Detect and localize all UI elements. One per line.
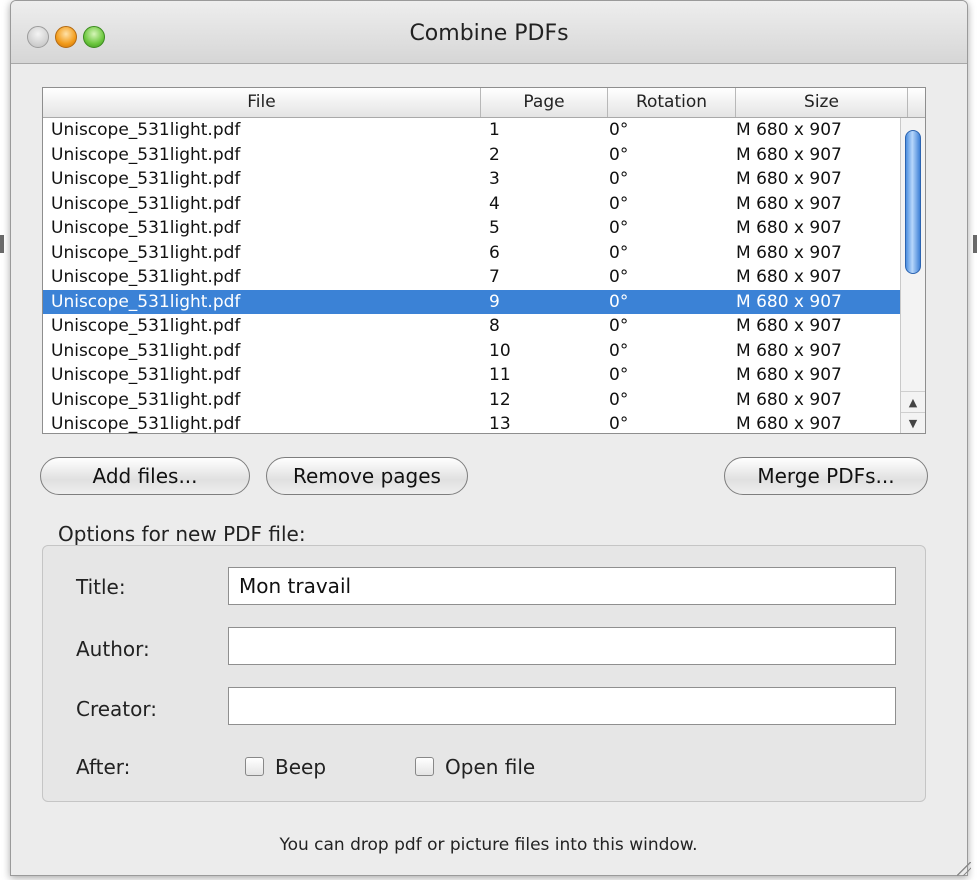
page-cell: 5 [489, 218, 500, 238]
right-edge-handle [973, 235, 977, 253]
column-header-page[interactable]: Page [481, 88, 608, 117]
creator-field[interactable] [228, 687, 896, 725]
table-header: File Page Rotation Size [43, 88, 925, 118]
scroll-up-arrow-icon[interactable]: ▲ [901, 391, 925, 413]
file-cell: Uniscope_531light.pdf [51, 340, 241, 361]
table-row[interactable]: Uniscope_531light.pdf 6 0° M 680 x 907 [43, 241, 900, 266]
size-cell: M 680 x 907 [736, 316, 842, 336]
file-cell: Uniscope_531light.pdf [51, 389, 241, 410]
size-cell: M 680 x 907 [736, 389, 842, 410]
beep-checkbox[interactable] [245, 757, 264, 776]
page-cell: 9 [489, 291, 500, 312]
page-cell: 13 [489, 414, 511, 434]
open-file-label[interactable]: Open file [445, 755, 535, 779]
left-edge-handle [0, 235, 4, 253]
file-cell: Uniscope_531light.pdf [51, 267, 241, 287]
file-cell: Uniscope_531light.pdf [51, 242, 241, 263]
table-row[interactable]: Uniscope_531light.pdf 5 0° M 680 x 907 [43, 216, 900, 241]
table-row[interactable]: Uniscope_531light.pdf 12 0° M 680 x 907 [43, 388, 900, 413]
table-row[interactable]: Uniscope_531light.pdf 8 0° M 680 x 907 [43, 314, 900, 339]
table-row[interactable]: Uniscope_531light.pdf 1 0° M 680 x 907 [43, 118, 900, 143]
size-cell: M 680 x 907 [736, 340, 842, 361]
rotation-cell: 0° [609, 291, 629, 312]
file-cell: Uniscope_531light.pdf [51, 193, 241, 214]
beep-label[interactable]: Beep [275, 755, 326, 779]
after-label: After: [76, 755, 131, 779]
rotation-cell: 0° [609, 144, 629, 165]
size-cell: M 680 x 907 [736, 144, 842, 165]
title-label: Title: [76, 575, 126, 599]
file-cell: Uniscope_531light.pdf [51, 414, 241, 434]
resize-grip-icon[interactable] [957, 862, 971, 876]
file-cell: Uniscope_531light.pdf [51, 291, 241, 312]
size-cell: M 680 x 907 [736, 120, 842, 140]
table-row[interactable]: Uniscope_531light.pdf 2 0° M 680 x 907 [43, 143, 900, 168]
page-cell: 10 [489, 340, 511, 361]
table-row[interactable]: Uniscope_531light.pdf 3 0° M 680 x 907 [43, 167, 900, 192]
rotation-cell: 0° [609, 316, 629, 336]
page-cell: 1 [489, 120, 500, 140]
table-body: Uniscope_531light.pdf 1 0° M 680 x 907 Unisc… [43, 118, 900, 434]
file-cell: Uniscope_531light.pdf [51, 144, 241, 165]
file-cell: Uniscope_531light.pdf [51, 120, 241, 140]
rotation-cell: 0° [609, 340, 629, 361]
remove-pages-button[interactable]: Remove pages [266, 457, 468, 495]
page-cell: 3 [489, 169, 500, 189]
size-cell: M 680 x 907 [736, 218, 842, 238]
rotation-cell: 0° [609, 389, 629, 410]
page-cell: 12 [489, 389, 511, 410]
size-cell: M 680 x 907 [736, 291, 842, 312]
file-cell: Uniscope_531light.pdf [51, 169, 241, 189]
size-cell: M 680 x 907 [736, 193, 842, 214]
rotation-cell: 0° [609, 218, 629, 238]
column-header-file[interactable]: File [43, 88, 481, 117]
page-cell: 7 [489, 267, 500, 287]
vertical-scrollbar[interactable]: ▲ ▼ [900, 118, 925, 433]
page-cell: 2 [489, 144, 500, 165]
size-cell: M 680 x 907 [736, 267, 842, 287]
rotation-cell: 0° [609, 169, 629, 189]
file-cell: Uniscope_531light.pdf [51, 365, 241, 385]
size-cell: M 680 x 907 [736, 365, 842, 385]
title-field[interactable]: Mon travail [228, 567, 896, 605]
page-cell: 8 [489, 316, 500, 336]
pages-table[interactable]: File Page Rotation Size Uniscope_531ligh… [42, 87, 926, 434]
options-heading: Options for new PDF file: [58, 522, 306, 546]
size-cell: M 680 x 907 [736, 242, 842, 263]
title-bar[interactable]: Combine PDFs [11, 1, 967, 64]
file-cell: Uniscope_531light.pdf [51, 316, 241, 336]
author-label: Author: [76, 637, 150, 661]
merge-pdfs-button[interactable]: Merge PDFs... [724, 457, 928, 495]
creator-label: Creator: [76, 697, 157, 721]
table-row[interactable]: Uniscope_531light.pdf 10 0° M 680 x 907 [43, 339, 900, 364]
rotation-cell: 0° [609, 267, 629, 287]
size-cell: M 680 x 907 [736, 414, 842, 434]
author-field[interactable] [228, 627, 896, 665]
page-cell: 11 [489, 365, 511, 385]
rotation-cell: 0° [609, 120, 629, 140]
table-row[interactable]: Uniscope_531light.pdf 9 0° M 680 x 907 [43, 289, 900, 314]
table-row[interactable]: Uniscope_531light.pdf 11 0° M 680 x 907 [43, 363, 900, 388]
rotation-cell: 0° [609, 242, 629, 263]
table-row[interactable]: Uniscope_531light.pdf 4 0° M 680 x 907 [43, 192, 900, 217]
scroll-thumb[interactable] [905, 130, 921, 274]
open-file-checkbox[interactable] [415, 757, 434, 776]
add-files-button[interactable]: Add files... [40, 457, 250, 495]
size-cell: M 680 x 907 [736, 169, 842, 189]
rotation-cell: 0° [609, 414, 629, 434]
rotation-cell: 0° [609, 365, 629, 385]
column-header-rotation[interactable]: Rotation [608, 88, 736, 117]
rotation-cell: 0° [609, 193, 629, 214]
table-row[interactable]: Uniscope_531light.pdf 7 0° M 680 x 907 [43, 265, 900, 290]
file-cell: Uniscope_531light.pdf [51, 218, 241, 238]
table-row[interactable]: Uniscope_531light.pdf 13 0° M 680 x 907 [43, 412, 900, 434]
scroll-down-arrow-icon[interactable]: ▼ [901, 412, 925, 433]
page-cell: 4 [489, 193, 500, 214]
page-cell: 6 [489, 242, 500, 263]
drop-hint-text: You can drop pdf or picture files into t… [279, 835, 698, 855]
window-title: Combine PDFs [409, 21, 569, 46]
column-header-size[interactable]: Size [736, 88, 908, 117]
